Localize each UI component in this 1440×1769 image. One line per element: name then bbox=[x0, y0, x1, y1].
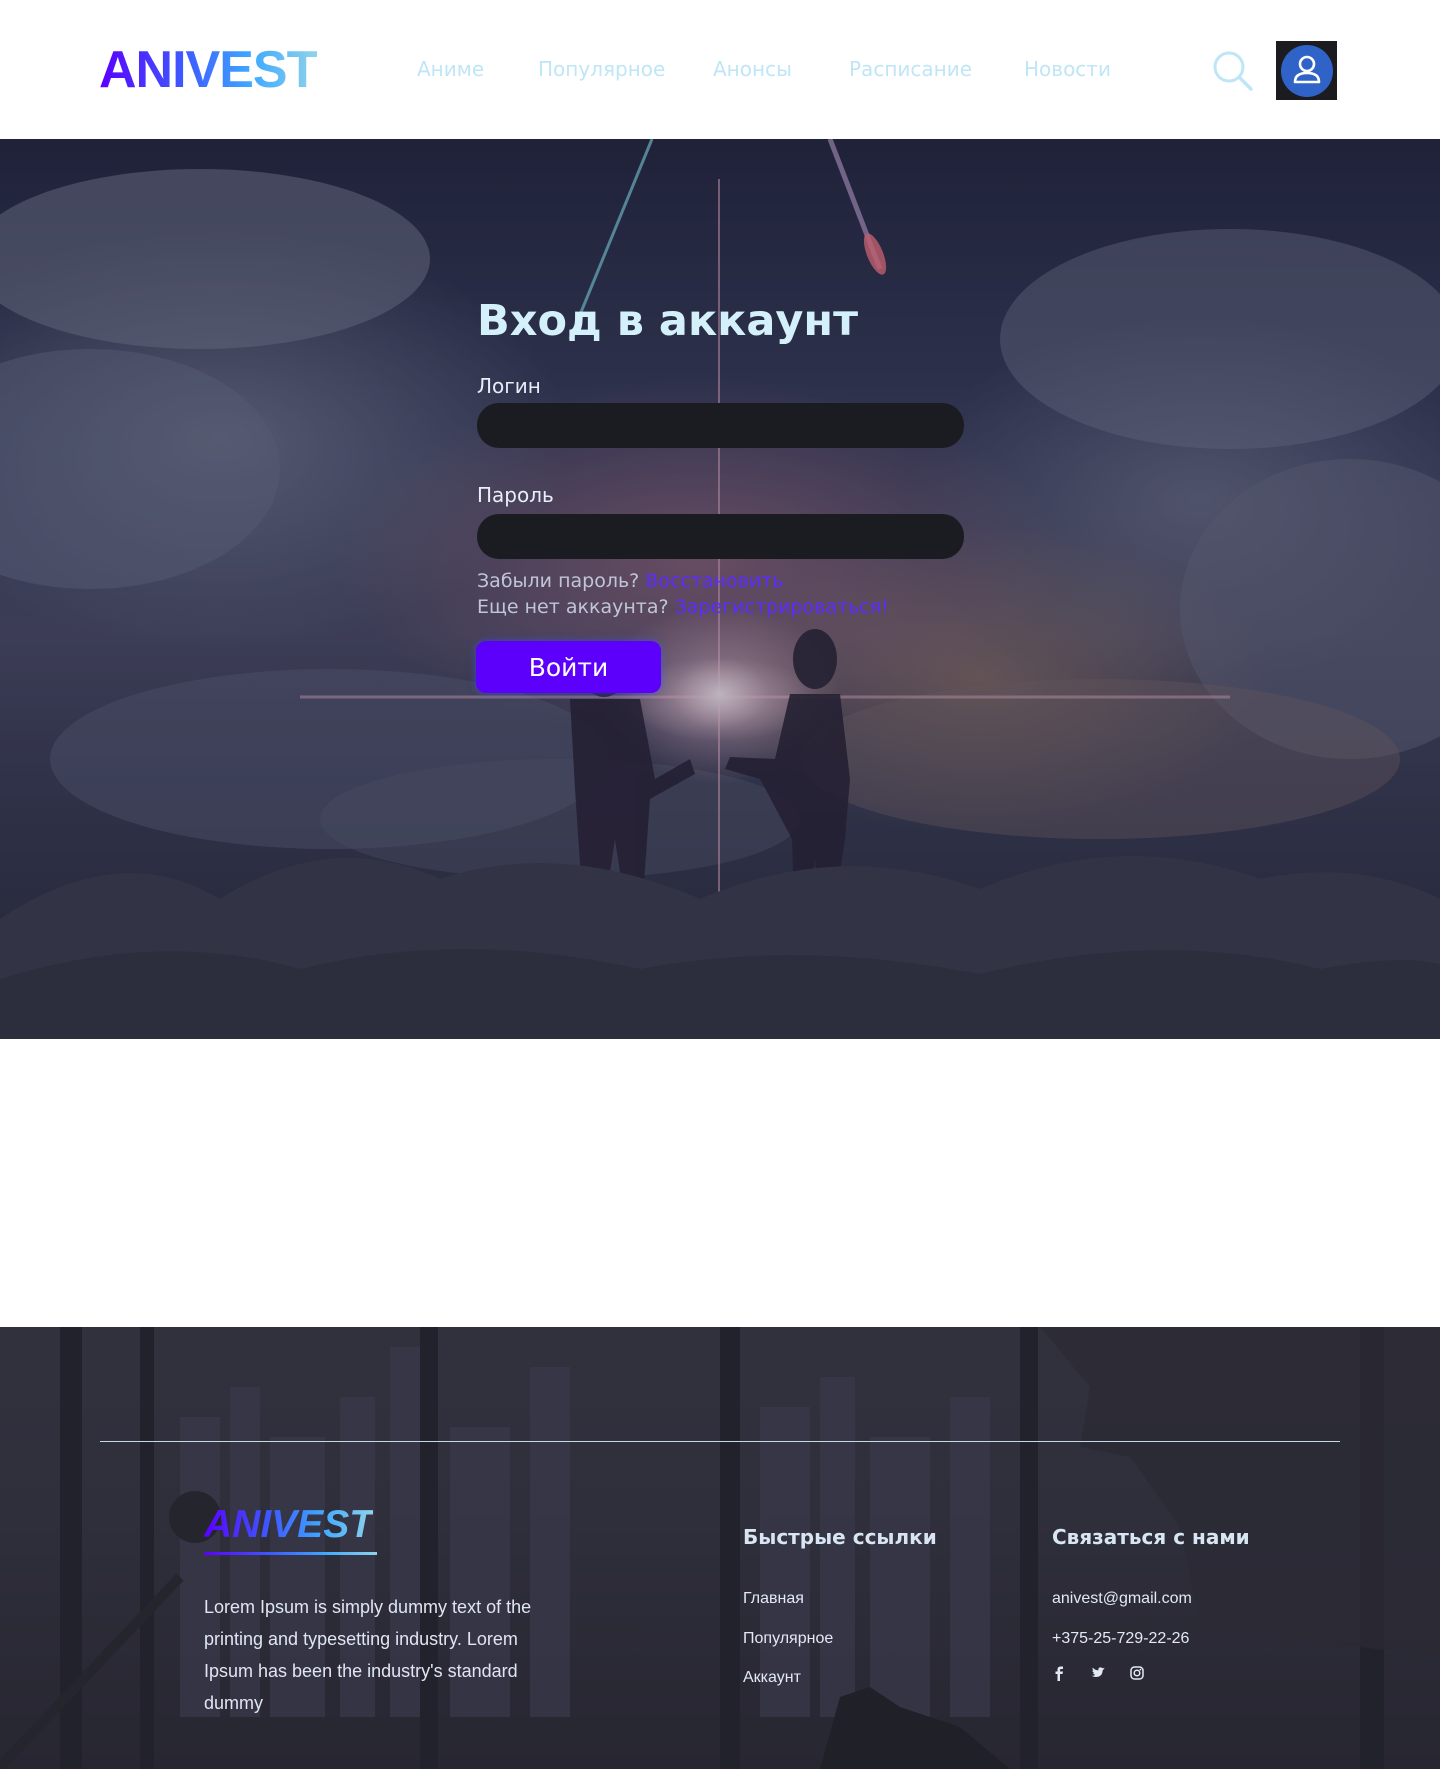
password-input[interactable] bbox=[477, 514, 964, 559]
contact-heading: Связаться с нами bbox=[1052, 1525, 1250, 1549]
instagram-link[interactable] bbox=[1128, 1664, 1146, 1682]
recover-password-link[interactable]: Восстановить bbox=[645, 570, 783, 592]
twitter-link[interactable] bbox=[1089, 1664, 1107, 1682]
forgot-password-row: Забыли пароль? Восстановить bbox=[477, 570, 783, 592]
contact-phone[interactable]: +375-25-729-22-26 bbox=[1052, 1630, 1189, 1648]
nav-item-news[interactable]: Новости bbox=[1024, 57, 1111, 81]
login-title: Вход в аккаунт bbox=[477, 296, 858, 346]
forgot-password-text: Забыли пароль? bbox=[477, 570, 640, 592]
no-account-text: Еще нет аккаунта? bbox=[477, 596, 669, 618]
nav-item-announcements[interactable]: Анонсы bbox=[713, 57, 792, 81]
footer-logo[interactable]: ANIVEST bbox=[204, 1503, 373, 1547]
footer-about-text: Lorem Ipsum is simply dummy text of the … bbox=[204, 1597, 532, 1713]
twitter-icon bbox=[1091, 1667, 1105, 1677]
footer-link-account[interactable]: Аккаунт bbox=[743, 1669, 801, 1687]
nav-item-popular[interactable]: Популярное bbox=[538, 57, 665, 81]
nav-item-schedule[interactable]: Расписание bbox=[849, 57, 972, 81]
footer-logo-underline bbox=[204, 1552, 377, 1555]
login-submit-button[interactable]: Войти bbox=[476, 641, 661, 693]
facebook-icon bbox=[1055, 1666, 1063, 1681]
footer-link-home[interactable]: Главная bbox=[743, 1590, 804, 1608]
nav-item-anime[interactable]: Аниме bbox=[417, 57, 484, 81]
search-icon bbox=[1213, 51, 1253, 91]
register-link[interactable]: Зарегистрироваться! bbox=[675, 596, 889, 618]
footer-divider bbox=[100, 1441, 1340, 1442]
site-logo[interactable]: ANIVEST bbox=[99, 40, 318, 100]
avatar bbox=[1281, 45, 1333, 97]
site-header: ANIVEST Аниме Популярное Анонсы Расписан… bbox=[0, 0, 1440, 139]
user-icon bbox=[1293, 55, 1321, 84]
login-input[interactable] bbox=[477, 403, 964, 448]
site-footer: ANIVEST Lorem Ipsum is simply dummy text… bbox=[0, 1327, 1440, 1769]
footer-link-popular[interactable]: Популярное bbox=[743, 1630, 833, 1648]
account-button[interactable] bbox=[1276, 41, 1337, 100]
contact-email[interactable]: anivest@gmail.com bbox=[1052, 1590, 1192, 1608]
facebook-link[interactable] bbox=[1050, 1664, 1068, 1682]
register-row: Еще нет аккаунта? Зарегистрироваться! bbox=[477, 596, 889, 618]
password-label: Пароль bbox=[477, 483, 554, 507]
quick-links-heading: Быстрые ссылки bbox=[743, 1525, 937, 1549]
login-label: Логин bbox=[477, 374, 541, 398]
instagram-icon bbox=[1130, 1666, 1144, 1680]
search-button[interactable] bbox=[1212, 50, 1254, 92]
login-hero: Вход в аккаунт Логин Пароль Забыли парол… bbox=[0, 139, 1440, 1039]
